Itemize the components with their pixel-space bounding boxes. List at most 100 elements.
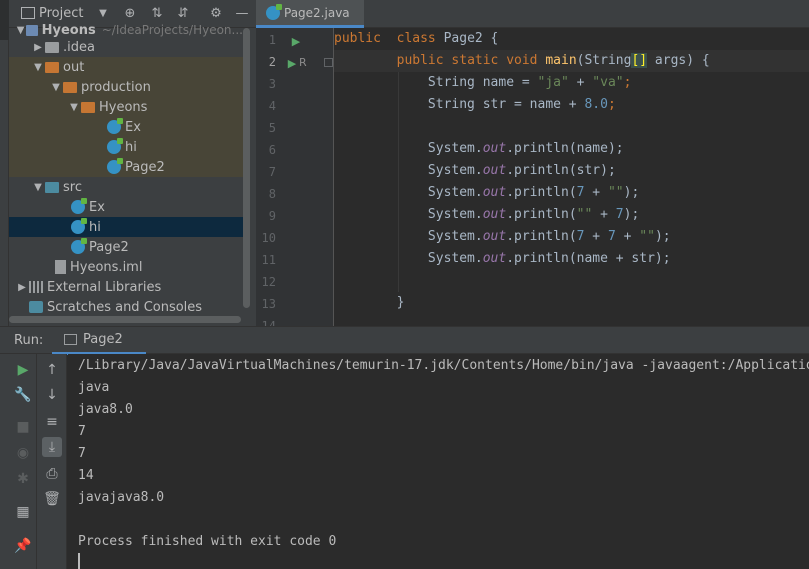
tree-item-ex-class[interactable]: Ex [9, 117, 243, 137]
scratches-icon [29, 301, 43, 313]
tree-item-iml[interactable]: Hyeons.iml [9, 257, 243, 277]
code-line-2: public static void main(String[] args) { [334, 50, 809, 72]
chevron-down-icon[interactable]: ▼ [31, 62, 45, 73]
arrow-up-icon[interactable]: ↑ [42, 360, 62, 380]
tree-item-label: Hyeons [41, 22, 96, 38]
scroll-to-end-icon[interactable]: ⤓ [42, 437, 62, 457]
stop-icon[interactable]: ■ [13, 417, 33, 437]
tree-item-path: ~/IdeaProjects/Hyeon... [101, 23, 243, 37]
tree-item-external-libraries[interactable]: ▶ External Libraries [9, 277, 243, 297]
tree-item-label: out [63, 59, 85, 75]
code-line-7: System.out.println(str); [427, 163, 616, 178]
code-line-4: String str = name + 8.0; [427, 97, 616, 112]
chevron-right-icon[interactable]: ▶ [15, 282, 29, 293]
tree-item-scratches[interactable]: Scratches and Consoles [9, 297, 243, 317]
editor-tab-bar: Page2.java [256, 0, 809, 28]
line-number: 5 [268, 121, 276, 135]
editor-tab-page2[interactable]: Page2.java [256, 0, 364, 28]
run-toolbar-secondary: ↑ ↓ ≡ ⤓ ⎙ 🗑 [37, 354, 67, 569]
tree-item-label: External Libraries [47, 279, 162, 295]
tree-item-label: Hyeons.iml [70, 259, 143, 275]
run-console[interactable]: /Library/Java/JavaVirtualMachines/temuri… [68, 354, 809, 569]
project-vertical-scrollbar[interactable] [243, 28, 250, 308]
chevron-right-icon[interactable]: ▶ [31, 42, 45, 53]
chevron-down-icon[interactable]: ▼ [15, 25, 26, 36]
console-icon [64, 334, 77, 345]
run-class-icon[interactable]: ▶ [286, 32, 306, 52]
tree-item-label: Scratches and Consoles [47, 299, 203, 315]
line-number: 6 [268, 143, 276, 157]
wrench-icon[interactable]: 🔧 [13, 385, 33, 405]
tree-item-ex[interactable]: Ex [9, 197, 243, 217]
run-panel-label: Run: [14, 333, 44, 348]
code-line-1: public class Page2 { [334, 31, 499, 46]
tree-item-label: hi [125, 139, 137, 155]
tree-item-page2-class[interactable]: Page2 [9, 157, 243, 177]
excluded-folder-icon [45, 61, 59, 73]
java-class-icon [71, 238, 87, 254]
project-tool-tab[interactable] [0, 0, 9, 40]
chevron-down-icon[interactable]: ▼ [49, 82, 63, 93]
tree-item-hi-class[interactable]: hi [9, 137, 243, 157]
tree-item-label: Hyeons [99, 99, 148, 115]
tree-item-production[interactable]: ▼ production [9, 77, 243, 97]
run-tab-page2[interactable]: Page2 [52, 327, 146, 355]
console-line: javajava8.0 [78, 490, 165, 505]
code-line-3: String name = "ja" + "va"; [427, 75, 632, 90]
console-caret [78, 553, 80, 569]
line-number: 12 [261, 275, 276, 289]
tree-item-hyeons-out[interactable]: ▼ Hyeons [9, 97, 243, 117]
java-class-icon [107, 118, 123, 134]
project-panel: Project ▼ ⊕ ⇅ ⇵ ⚙ — ▼ Hyeons ~/IdeaProje… [9, 0, 256, 326]
trash-icon[interactable]: 🗑 [42, 489, 62, 509]
line-number: 7 [268, 165, 276, 179]
camera-icon[interactable]: ◉ [13, 443, 33, 463]
code-editor[interactable]: public class Page2 { public static void … [334, 28, 809, 326]
editor-gutter: 1 2 3 4 5 6 7 8 9 10 11 12 13 14 ▶ ▶ R [256, 28, 334, 333]
run-panel-header: Run: Page2 [0, 326, 809, 355]
folder-icon [45, 41, 59, 53]
tree-item-page2[interactable]: Page2 [9, 237, 243, 257]
java-class-icon [107, 158, 123, 174]
arrow-down-icon[interactable]: ↓ [42, 385, 62, 405]
line-number: 10 [261, 231, 276, 245]
pin-icon[interactable]: 📌 [13, 536, 33, 556]
left-tool-stripe [0, 0, 9, 326]
line-number: 2 [268, 55, 276, 69]
tree-item-hi[interactable]: hi [9, 217, 243, 237]
project-horizontal-scrollbar[interactable] [9, 316, 241, 323]
libraries-icon [29, 281, 43, 293]
tree-item-label: hi [89, 219, 101, 235]
tree-item-label: Page2 [89, 239, 129, 255]
chevron-down-icon[interactable]: ▼ [31, 182, 45, 193]
console-line: /Library/Java/JavaVirtualMachines/temuri… [78, 358, 809, 373]
tree-item-src[interactable]: ▼ src [9, 177, 243, 197]
code-line-10: System.out.println(7 + 7 + ""); [427, 229, 671, 244]
code-line-8: System.out.println(7 + ""); [427, 185, 640, 200]
tree-item-label: src [63, 179, 82, 195]
print-icon[interactable]: ⎙ [42, 464, 62, 484]
rerun-icon[interactable]: ▶ [13, 360, 33, 380]
tree-item-idea[interactable]: ▶ .idea [9, 37, 243, 57]
console-line: Process finished with exit code 0 [78, 534, 337, 549]
run-tab-label: Page2 [83, 332, 123, 347]
project-view-selector[interactable]: Project [39, 6, 83, 21]
fold-marker-icon[interactable] [324, 58, 333, 67]
tree-item-label: Page2 [125, 159, 165, 175]
recursive-call-icon: R [299, 56, 307, 69]
java-class-icon [71, 218, 87, 234]
tree-item-label: production [81, 79, 151, 95]
exit-icon[interactable]: ✱ [13, 469, 33, 489]
soft-wrap-icon[interactable]: ≡ [42, 412, 62, 432]
left-tool-stripe-bottom [0, 354, 9, 569]
java-class-icon [266, 3, 282, 20]
java-class-icon [107, 138, 123, 154]
tree-item-label: Ex [89, 199, 105, 215]
layout-icon[interactable]: ▦ [13, 502, 33, 522]
chevron-down-icon[interactable]: ▼ [67, 102, 81, 113]
source-folder-icon [45, 181, 59, 193]
console-line: 7 [78, 446, 86, 461]
excluded-folder-icon [81, 101, 95, 113]
tree-item-out[interactable]: ▼ out [9, 57, 243, 77]
code-line-9: System.out.println("" + 7); [427, 207, 640, 222]
